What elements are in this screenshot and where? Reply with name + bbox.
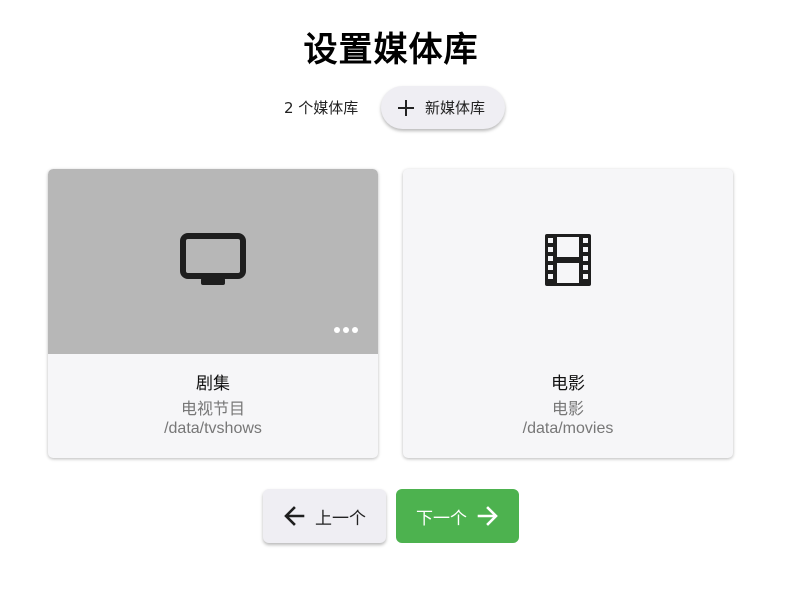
library-card-movies[interactable]: 电影 电影 /data/movies — [403, 169, 733, 458]
previous-label: 上一个 — [315, 508, 366, 529]
library-path: /data/tvshows — [164, 420, 262, 437]
library-name: 电影 — [551, 374, 585, 394]
library-type: 电影 — [551, 399, 584, 418]
library-card-tvshows[interactable]: 剧集 电视节目 /data/tvshows — [48, 169, 378, 458]
next-label: 下一个 — [416, 508, 467, 529]
library-thumbnail — [403, 169, 733, 354]
film-icon — [543, 232, 593, 292]
previous-button[interactable]: 上一个 — [263, 489, 386, 543]
next-button[interactable]: 下一个 — [396, 489, 519, 543]
library-type: 电视节目 — [180, 399, 245, 418]
tv-icon — [179, 232, 247, 292]
arrow-left-icon — [283, 505, 305, 527]
library-count: 2 个媒体库 — [284, 99, 359, 117]
more-dots-icon[interactable] — [334, 325, 358, 335]
plus-icon — [397, 99, 415, 117]
library-thumbnail — [48, 169, 378, 354]
new-library-label: 新媒体库 — [425, 99, 486, 117]
new-library-button[interactable]: 新媒体库 — [381, 86, 505, 129]
page-title: 设置媒体库 — [303, 30, 479, 70]
library-name: 剧集 — [196, 374, 230, 394]
library-path: /data/movies — [522, 420, 614, 437]
arrow-right-icon — [477, 505, 499, 527]
setup-media-library-page: 设置媒体库 2 个媒体库 新媒体库 剧集 电视节目 /data/tvshows … — [0, 0, 800, 601]
